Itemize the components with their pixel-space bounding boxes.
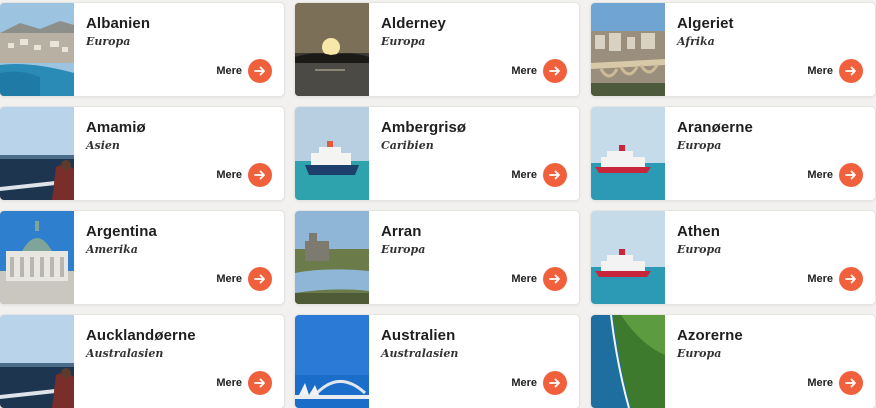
destination-region: Europa — [381, 35, 426, 48]
destination-region: Amerika — [86, 243, 138, 256]
destination-title[interactable]: Alderney — [381, 15, 446, 32]
destination-title[interactable]: Athen — [677, 223, 720, 240]
destination-title[interactable]: Aucklandøerne — [86, 327, 196, 344]
more-button[interactable]: Mere — [807, 267, 863, 291]
more-label: Mere — [807, 65, 833, 77]
more-label: Mere — [511, 377, 537, 389]
destination-card[interactable]: Arran Europa Mere — [295, 211, 579, 304]
more-button[interactable]: Mere — [216, 371, 272, 395]
more-label: Mere — [511, 65, 537, 77]
destination-card[interactable]: Algeriet Afrika Mere — [591, 3, 875, 96]
more-button[interactable]: Mere — [216, 59, 272, 83]
destination-grid: Albanien Europa Mere Alderney Europa Mere Alge… — [0, 0, 876, 408]
destination-card[interactable]: Ambergrisø Caribien Mere — [295, 107, 579, 200]
destination-image[interactable] — [591, 3, 665, 96]
arrow-right-icon[interactable] — [839, 163, 863, 187]
arrow-right-icon[interactable] — [543, 371, 567, 395]
arrow-right-icon[interactable] — [543, 267, 567, 291]
arrow-right-icon[interactable] — [248, 371, 272, 395]
more-label: Mere — [807, 377, 833, 389]
destination-region: Afrika — [677, 35, 715, 48]
destination-image[interactable] — [295, 107, 369, 200]
destination-card[interactable]: Aranøerne Europa Mere — [591, 107, 875, 200]
more-label: Mere — [807, 169, 833, 181]
more-button[interactable]: Mere — [511, 163, 567, 187]
destination-image[interactable] — [295, 3, 369, 96]
destination-image[interactable] — [0, 315, 74, 408]
more-label: Mere — [216, 65, 242, 77]
destination-image[interactable] — [591, 211, 665, 304]
destination-card[interactable]: Alderney Europa Mere — [295, 3, 579, 96]
destination-image[interactable] — [295, 315, 369, 408]
more-label: Mere — [216, 169, 242, 181]
more-button[interactable]: Mere — [807, 163, 863, 187]
destination-region: Asien — [86, 139, 120, 152]
arrow-right-icon[interactable] — [248, 59, 272, 83]
destination-title[interactable]: Ambergrisø — [381, 119, 466, 136]
destination-image[interactable] — [295, 211, 369, 304]
destination-card[interactable]: Australien Australasien Mere — [295, 315, 579, 408]
more-button[interactable]: Mere — [807, 59, 863, 83]
arrow-right-icon[interactable] — [248, 163, 272, 187]
destination-region: Caribien — [381, 139, 434, 152]
destination-card[interactable]: Amamiø Asien Mere — [0, 107, 284, 200]
destination-region: Europa — [677, 347, 722, 360]
destination-title[interactable]: Arran — [381, 223, 422, 240]
destination-card[interactable]: Athen Europa Mere — [591, 211, 875, 304]
more-label: Mere — [216, 273, 242, 285]
destination-card[interactable]: Aucklandøerne Australasien Mere — [0, 315, 284, 408]
destination-title[interactable]: Algeriet — [677, 15, 734, 32]
destination-image[interactable] — [0, 211, 74, 304]
more-button[interactable]: Mere — [511, 371, 567, 395]
destination-region: Europa — [677, 139, 722, 152]
arrow-right-icon[interactable] — [839, 59, 863, 83]
destination-region: Australasien — [381, 347, 459, 360]
destination-title[interactable]: Argentina — [86, 223, 157, 240]
destination-region: Europa — [677, 243, 722, 256]
arrow-right-icon[interactable] — [543, 59, 567, 83]
destination-region: Europa — [381, 243, 426, 256]
destination-card[interactable]: Albanien Europa Mere — [0, 3, 284, 96]
destination-title[interactable]: Albanien — [86, 15, 150, 32]
arrow-right-icon[interactable] — [543, 163, 567, 187]
more-button[interactable]: Mere — [511, 267, 567, 291]
more-label: Mere — [216, 377, 242, 389]
arrow-right-icon[interactable] — [248, 267, 272, 291]
more-button[interactable]: Mere — [807, 371, 863, 395]
destination-card[interactable]: Azorerne Europa Mere — [591, 315, 875, 408]
destination-title[interactable]: Azorerne — [677, 327, 743, 344]
more-button[interactable]: Mere — [216, 267, 272, 291]
destination-image[interactable] — [591, 315, 665, 408]
more-button[interactable]: Mere — [216, 163, 272, 187]
more-label: Mere — [807, 273, 833, 285]
destination-image[interactable] — [0, 3, 74, 96]
arrow-right-icon[interactable] — [839, 371, 863, 395]
destination-title[interactable]: Aranøerne — [677, 119, 753, 136]
more-label: Mere — [511, 169, 537, 181]
destination-region: Australasien — [86, 347, 164, 360]
destination-region: Europa — [86, 35, 131, 48]
destination-image[interactable] — [591, 107, 665, 200]
more-label: Mere — [511, 273, 537, 285]
more-button[interactable]: Mere — [511, 59, 567, 83]
arrow-right-icon[interactable] — [839, 267, 863, 291]
destination-title[interactable]: Australien — [381, 327, 455, 344]
destination-title[interactable]: Amamiø — [86, 119, 146, 136]
destination-card[interactable]: Argentina Amerika Mere — [0, 211, 284, 304]
destination-image[interactable] — [0, 107, 74, 200]
